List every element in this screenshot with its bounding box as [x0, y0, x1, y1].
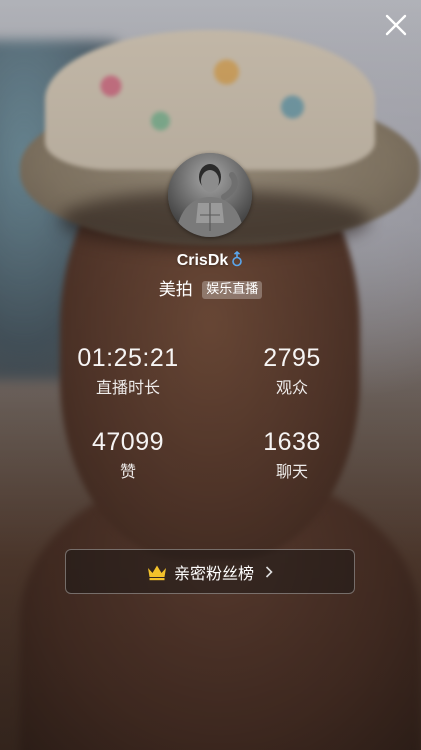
stat-chat-value: 1638 [263, 428, 321, 456]
category-badge: 娱乐直播 [202, 281, 263, 299]
avatar[interactable] [168, 153, 252, 237]
username: CrisDk [176, 252, 229, 269]
avatar-image [168, 153, 252, 237]
username-row: CrisDk [0, 250, 421, 274]
stat-duration-value: 01:25:21 [77, 344, 179, 372]
stat-likes-label: 赞 [119, 462, 136, 481]
close-button[interactable] [381, 10, 411, 40]
stat-duration: 01:25:21 直播时长 [38, 343, 218, 399]
live-end-screen: CrisDk 美拍 娱乐直播 01:25:21 直播时长 2795 观众 470… [0, 0, 421, 750]
chevron-right-icon [264, 565, 274, 579]
fan-ranking-button[interactable]: 亲密粉丝榜 [65, 549, 355, 594]
source-row: 美拍 娱乐直播 [0, 278, 421, 302]
stat-duration-label: 直播时长 [95, 378, 160, 397]
stat-viewers: 2795 观众 [202, 343, 382, 399]
stat-viewers-label: 观众 [275, 378, 308, 397]
fan-ranking-label: 亲密粉丝榜 [173, 563, 254, 583]
stat-likes-value: 47099 [91, 428, 165, 456]
stat-chat-label: 聊天 [275, 462, 308, 481]
stat-likes: 47099 赞 [38, 427, 218, 483]
close-icon [385, 14, 407, 36]
platform-name: 美拍 [158, 280, 193, 300]
stat-chat: 1638 聊天 [202, 427, 382, 483]
stat-viewers-value: 2795 [263, 344, 321, 372]
crown-icon [146, 563, 168, 581]
male-icon [230, 250, 244, 274]
